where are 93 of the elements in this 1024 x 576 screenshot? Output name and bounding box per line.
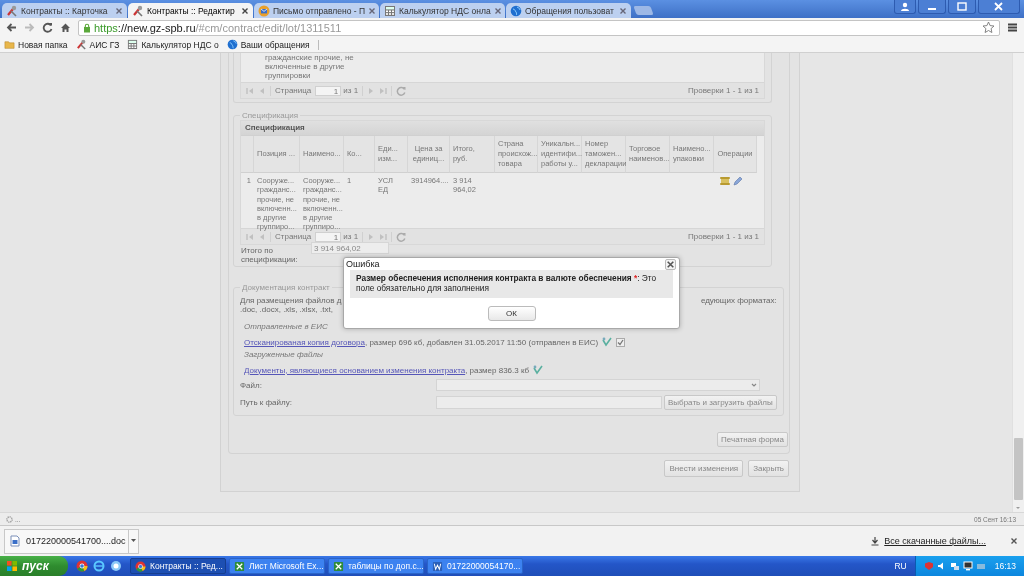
- section-legend: Спецификация: [240, 111, 301, 120]
- checkbox[interactable]: [616, 337, 626, 347]
- close-icon[interactable]: [1010, 537, 1018, 545]
- home-icon[interactable]: [60, 22, 71, 33]
- chrome-icon: [135, 560, 146, 572]
- page-field[interactable]: 1: [315, 231, 342, 242]
- bookmark[interactable]: Новая папка: [4, 39, 68, 50]
- file-entry: Отсканированая копия договора, размер 696 кб, добавлен 31.05.2017 11:50 (отправлен в ЕИС): [244, 337, 599, 347]
- ok-button[interactable]: ОК: [487, 305, 536, 321]
- document-icon: [432, 560, 443, 572]
- language-indicator[interactable]: RU: [894, 561, 907, 571]
- page-label: Страница: [275, 232, 312, 241]
- total-label: Итого по спецификации:: [241, 246, 299, 264]
- grid-title: Спецификация: [241, 121, 764, 136]
- minimize-icon[interactable]: [918, 0, 946, 14]
- refresh-icon[interactable]: [396, 85, 407, 96]
- group-title: Загруженные файлы: [244, 350, 323, 359]
- star-icon[interactable]: [982, 21, 995, 34]
- file-path-field[interactable]: [436, 396, 662, 409]
- bookmark[interactable]: АИС ГЗ: [75, 39, 120, 50]
- field-label: Путь к файлу:: [240, 398, 293, 407]
- refresh-icon[interactable]: [396, 231, 407, 242]
- table-cell-text: гражданские прочие, не включенные в другие группировки: [265, 53, 355, 80]
- upload-button[interactable]: Выбрать и загрузить файлы: [664, 395, 777, 410]
- scroll-icon[interactable]: [720, 176, 730, 186]
- chrome-icon: [76, 560, 88, 572]
- field-label: Файл:: [240, 380, 263, 390]
- back-icon[interactable]: [6, 22, 17, 33]
- pager-summary: Проверки 1 - 1 из 1: [688, 232, 759, 241]
- browser-tab[interactable]: Контракты :: Редактир: [128, 3, 253, 18]
- download-icon: [871, 536, 880, 546]
- taskbar-button[interactable]: таблицы по доп.с...: [328, 558, 424, 574]
- browser-tab[interactable]: Письмо отправлено - П: [254, 3, 379, 18]
- dialog-title: Ошибка: [346, 259, 380, 269]
- menu-icon[interactable]: [1007, 22, 1018, 33]
- taskbar-button[interactable]: Контракты :: Ред...: [130, 558, 226, 574]
- signature-icon[interactable]: [602, 337, 613, 347]
- page-field[interactable]: 1: [315, 85, 342, 96]
- lock-icon: [83, 22, 91, 33]
- total-field: 3 914 964,02: [311, 242, 389, 254]
- group-title: Отправленные в ЕИС: [244, 322, 328, 331]
- browser-tab[interactable]: Обращения пользоват: [506, 3, 631, 18]
- browser-tab[interactable]: Контракты :: Карточка: [2, 3, 127, 18]
- url-text: https://new.gz-spb.ru/#cm/contract/edit/lot/1311511: [94, 21, 343, 34]
- close-icon[interactable]: [665, 258, 676, 270]
- signature-icon[interactable]: [533, 365, 544, 375]
- action-button[interactable]: Закрыть: [748, 460, 789, 477]
- print-button[interactable]: Печатная форма: [717, 432, 788, 447]
- shield-icon[interactable]: [923, 561, 934, 571]
- pencil-icon[interactable]: [732, 176, 742, 186]
- taskbar-button[interactable]: 01722000054170...: [427, 558, 523, 574]
- folder-icon: [4, 39, 15, 50]
- maximize-icon[interactable]: [948, 0, 976, 14]
- taskbar-button[interactable]: Лист Microsoft Ex...: [229, 558, 325, 574]
- page-count: из 1: [343, 232, 359, 241]
- info-text: Для размещения файлов д: [240, 296, 342, 305]
- calculator-icon: [384, 4, 396, 17]
- info-text: .doc, .docx, .xls, .xlsx, .txt,: [240, 305, 333, 314]
- tools-icon: [75, 39, 87, 50]
- file-link[interactable]: Отсканированая копия договора: [244, 337, 365, 347]
- clock: 16:13: [994, 561, 1016, 571]
- all-downloads-link[interactable]: Все скачанные файлы...: [884, 536, 986, 546]
- scroll-thumb[interactable]: [1014, 438, 1023, 500]
- page-label: Страница: [275, 86, 312, 95]
- file-entry: Документы, являющиеся основанием изменения контракта, размер 836.3 кб: [244, 365, 530, 375]
- bookmark[interactable]: Калькулятор НДС о: [127, 39, 219, 50]
- section-legend: Документация контракт: [240, 283, 332, 292]
- page-count: из 1: [343, 86, 359, 95]
- spreadsheet-icon: [234, 560, 245, 572]
- error-message: Размер обеспечения исполнения контракта в валюте обеспечения *: Это поле обязательно для заполнения: [350, 270, 673, 298]
- browser-icon[interactable]: [93, 560, 105, 572]
- close-icon[interactable]: [978, 0, 1020, 14]
- tools-icon: [6, 4, 18, 17]
- close-tab-icon[interactable]: [241, 6, 249, 15]
- windows-logo-icon: [6, 560, 18, 572]
- reload-icon[interactable]: [42, 22, 53, 33]
- envelope-icon: [258, 4, 270, 17]
- address-field[interactable]: https://new.gz-spb.ru/#cm/contract/edit/lot/1311511: [78, 19, 1000, 36]
- action-button[interactable]: Внести изменения: [664, 460, 744, 477]
- start-button[interactable]: пуск: [0, 556, 68, 576]
- pager-summary: Проверки 1 - 1 из 1: [688, 86, 759, 95]
- user-icon[interactable]: [894, 0, 916, 14]
- bookmark[interactable]: Ваши обращения: [226, 39, 310, 50]
- download-item[interactable]: 017220000541700....doc: [4, 528, 128, 554]
- browser-tab[interactable]: Калькулятор НДС онла: [380, 3, 505, 18]
- monitor-icon[interactable]: [962, 561, 973, 571]
- document-icon: [10, 535, 20, 547]
- caret-icon[interactable]: [131, 539, 136, 543]
- info-text: едующих форматах:: [700, 296, 777, 305]
- spreadsheet-icon: [333, 560, 344, 572]
- download-menu-button[interactable]: [128, 528, 139, 554]
- new-tab-button[interactable]: [633, 6, 654, 15]
- tools-icon: [132, 4, 144, 17]
